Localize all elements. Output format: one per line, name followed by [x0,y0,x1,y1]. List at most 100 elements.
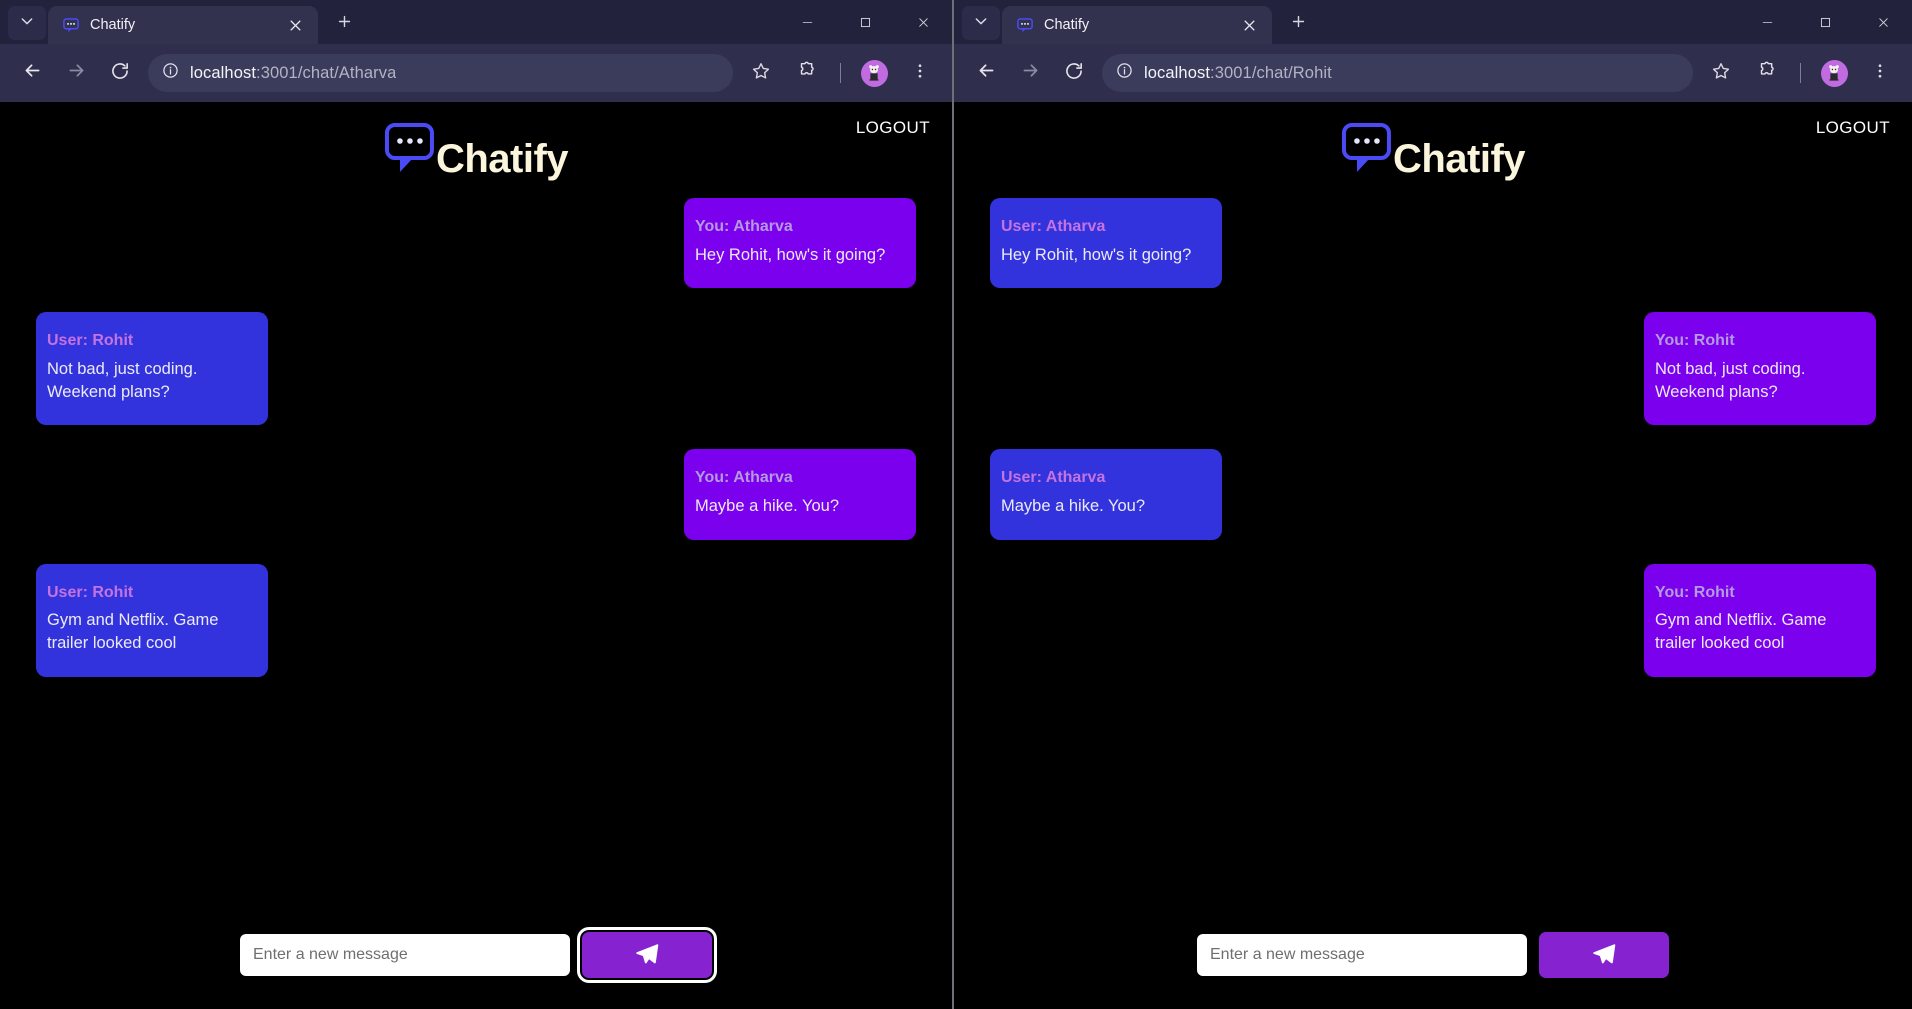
message-row: User: Atharva Hey Rohit, how's it going? [990,198,1876,288]
forward-button[interactable] [1008,51,1052,95]
window-minimize-button[interactable] [778,0,836,44]
browser-toolbar: localhost:3001/chat/Rohit [954,44,1912,102]
message-sender: You: Rohit [1655,332,1865,350]
profile-avatar-icon [1821,60,1848,87]
message-sender: You: Atharva [695,469,905,487]
window-close-button[interactable] [1854,0,1912,44]
chatify-app: Chatify LOGOUT You: Atharva Hey Rohit, h… [0,102,952,1009]
message-sender: User: Atharva [1001,218,1211,236]
message-list: User: Atharva Hey Rohit, how's it going?… [954,198,1912,923]
tab-search-button[interactable] [8,6,46,40]
message-text: Hey Rohit, how's it going? [695,244,905,267]
browser-tab[interactable]: Chatify [48,6,318,44]
extensions-button[interactable] [785,51,829,95]
paper-plane-icon [634,941,660,970]
app-header: Chatify LOGOUT [954,102,1912,198]
back-button[interactable] [964,51,1008,95]
app-brand: Chatify [384,122,568,195]
info-circle-icon[interactable] [1116,62,1133,84]
reload-icon [1064,61,1084,86]
three-dot-menu-icon [911,62,929,85]
tab-close-button[interactable] [1236,12,1262,38]
logout-button[interactable]: LOGOUT [1816,118,1890,138]
arrow-left-icon [976,60,997,86]
message-text: Gym and Netflix. Game trailer looked coo… [1655,609,1865,655]
message-sender: You: Atharva [695,218,905,236]
chevron-down-icon [19,13,35,34]
message-row: User: Atharva Maybe a hike. You? [990,449,1876,539]
star-icon [1711,61,1731,86]
message-sender: You: Rohit [1655,584,1865,602]
tab-strip: Chatify [954,0,1912,44]
toolbar-actions [739,51,942,95]
info-circle-icon[interactable] [162,62,179,84]
message-bubble: You: Atharva Hey Rohit, how's it going? [684,198,916,288]
url-path: :3001/chat/Rohit [1210,64,1332,82]
dual-browser-screen: Chatify localhost:3001/chat/Atharva [0,0,1912,1009]
send-message-button[interactable] [1539,932,1669,978]
address-bar[interactable]: localhost:3001/chat/Atharva [148,54,733,92]
window-maximize-button[interactable] [1796,0,1854,44]
browser-menu-button[interactable] [898,51,942,95]
chat-bubble-icon [62,16,80,34]
toolbar-divider [1800,63,1801,83]
tab-search-button[interactable] [962,6,1000,40]
three-dot-menu-icon [1871,62,1889,85]
message-input[interactable] [1197,934,1527,976]
message-row: User: Rohit Not bad, just coding. Weeken… [36,312,916,425]
message-bubble: User: Rohit Not bad, just coding. Weeken… [36,312,268,425]
window-maximize-button[interactable] [836,0,894,44]
profile-button[interactable] [1812,51,1856,95]
send-message-button[interactable] [582,932,712,978]
browser-tab[interactable]: Chatify [1002,6,1272,44]
url-path: :3001/chat/Atharva [256,64,396,82]
back-button[interactable] [10,51,54,95]
message-input[interactable] [240,934,570,976]
window-minimize-button[interactable] [1738,0,1796,44]
puzzle-piece-icon [1757,61,1777,86]
bookmark-button[interactable] [739,51,783,95]
url-host: localhost [190,64,256,82]
arrow-left-icon [22,60,43,86]
bookmark-button[interactable] [1699,51,1743,95]
address-bar-url: localhost:3001/chat/Rohit [1144,64,1332,83]
toolbar-divider [840,63,841,83]
profile-avatar-icon [861,60,888,87]
message-row: You: Atharva Hey Rohit, how's it going? [36,198,916,288]
extensions-button[interactable] [1745,51,1789,95]
message-sender: User: Rohit [47,584,257,602]
message-bubble: You: Rohit Gym and Netflix. Game trailer… [1644,564,1876,677]
window-controls [778,0,952,44]
message-list: You: Atharva Hey Rohit, how's it going? … [0,198,952,923]
profile-button[interactable] [852,51,896,95]
app-title: Chatify [436,139,568,179]
chat-bubble-icon [1016,16,1034,34]
message-bubble: User: Atharva Hey Rohit, how's it going? [990,198,1222,288]
message-composer [0,923,952,1009]
message-text: Not bad, just coding. Weekend plans? [47,358,257,404]
new-tab-button[interactable] [1282,8,1314,40]
message-text: Gym and Netflix. Game trailer looked coo… [47,609,257,655]
toolbar-actions [1699,51,1902,95]
browser-window-right: Chatify localhost:3001/chat/Rohit [952,0,1912,1009]
chat-bubble-dots-icon [1341,122,1393,181]
message-text: Not bad, just coding. Weekend plans? [1655,358,1865,404]
reload-button[interactable] [98,51,142,95]
browser-menu-button[interactable] [1858,51,1902,95]
address-bar[interactable]: localhost:3001/chat/Rohit [1102,54,1693,92]
tab-title: Chatify [1044,17,1226,33]
app-header: Chatify LOGOUT [0,102,952,198]
message-sender: User: Rohit [47,332,257,350]
message-composer [954,923,1912,1009]
window-controls [1738,0,1912,44]
message-row: You: Rohit Not bad, just coding. Weekend… [990,312,1876,425]
message-bubble: You: Rohit Not bad, just coding. Weekend… [1644,312,1876,425]
window-close-button[interactable] [894,0,952,44]
forward-button[interactable] [54,51,98,95]
tab-close-button[interactable] [282,12,308,38]
new-tab-button[interactable] [328,8,360,40]
message-sender: User: Atharva [1001,469,1211,487]
message-text: Maybe a hike. You? [1001,495,1211,518]
logout-button[interactable]: LOGOUT [856,118,930,138]
reload-button[interactable] [1052,51,1096,95]
